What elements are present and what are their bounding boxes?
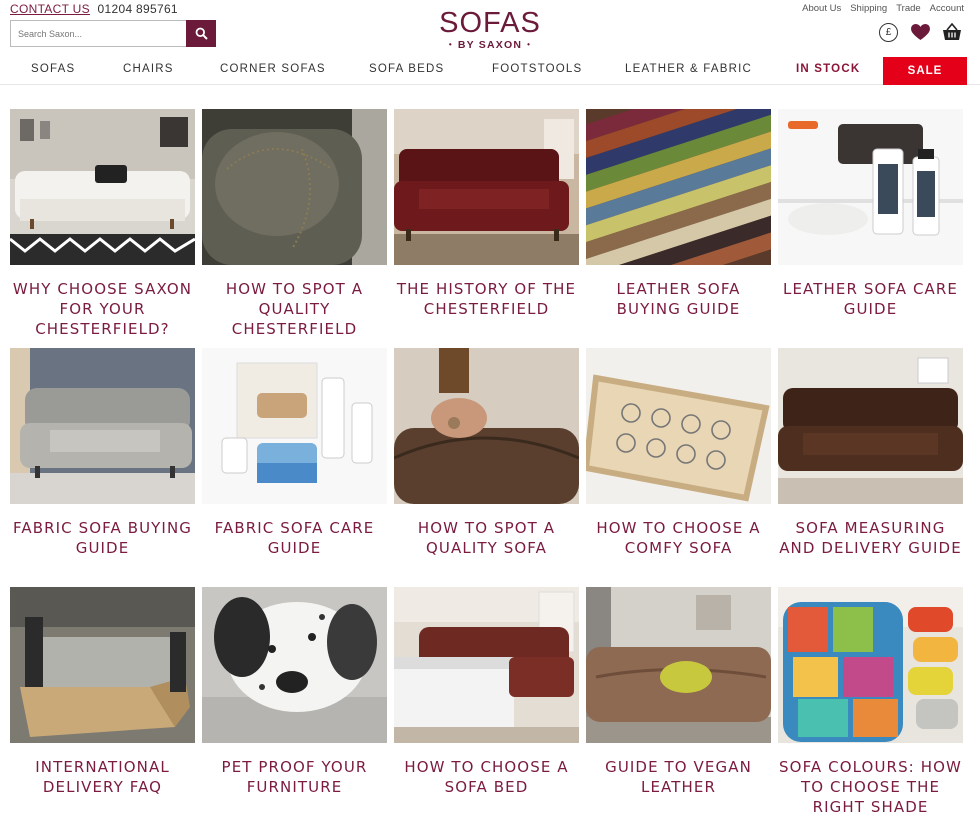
nav-sofas[interactable]: SOFAS — [31, 63, 75, 75]
logo-tagline-text: BY SAXON — [457, 39, 523, 51]
logo-tagline: • BY SAXON • — [448, 39, 532, 51]
nav-in-stock[interactable]: IN STOCK — [796, 63, 860, 75]
account-link[interactable]: Account — [930, 3, 964, 14]
nav-leather-fabric[interactable]: LEATHER & FABRIC — [625, 63, 752, 75]
nav-chairs[interactable]: CHAIRS — [123, 63, 174, 75]
guide-image — [394, 348, 579, 504]
guide-title: FABRIC SOFA BUYING GUIDE — [13, 519, 192, 557]
guide-title: GUIDE TO VEGAN LEATHER — [605, 758, 752, 796]
main-navigation: SOFAS CHAIRS CORNER SOFAS SOFA BEDS FOOT… — [0, 57, 980, 85]
heart-icon — [910, 23, 930, 40]
wishlist-button[interactable] — [910, 22, 930, 42]
guide-image — [394, 587, 579, 743]
guide-title: SOFA MEASURING AND DELIVERY GUIDE — [779, 519, 962, 557]
guide-image — [394, 109, 579, 265]
guide-title: INTERNATIONAL DELIVERY FAQ — [35, 758, 170, 796]
guide-image — [778, 587, 963, 743]
guide-image — [202, 587, 387, 743]
site-header: CONTACT US 01204 895761 SOFAS •BY SAXON•… — [0, 0, 980, 56]
guide-image — [778, 109, 963, 265]
basket-button[interactable] — [942, 22, 962, 42]
guide-image — [202, 348, 387, 504]
site-logo[interactable]: SOFAS • BY SAXON • — [0, 8, 980, 51]
guide-title: LEATHER SOFA CARE GUIDE — [783, 280, 958, 318]
trade-link[interactable]: Trade — [896, 3, 920, 14]
guide-image — [10, 109, 195, 265]
guide-image — [586, 109, 771, 265]
utility-links: About Us Shipping Trade Account — [802, 3, 964, 14]
guide-title: LEATHER SOFA BUYING GUIDE — [616, 280, 741, 318]
basket-icon — [943, 23, 961, 40]
shipping-link[interactable]: Shipping — [850, 3, 887, 14]
about-us-link[interactable]: About Us — [802, 3, 841, 14]
guide-title: SOFA COLOURS: HOW TO CHOOSE THE RIGHT SH… — [779, 758, 962, 816]
guide-image — [778, 348, 963, 504]
guide-image — [586, 348, 771, 504]
nav-sale-button[interactable]: SALE — [883, 57, 967, 85]
guide-title: HOW TO SPOT A QUALITY CHESTERFIELD — [225, 280, 364, 338]
currency-symbol: £ — [885, 26, 892, 38]
guide-title: PET PROOF YOUR FURNITURE — [221, 758, 368, 796]
currency-icon[interactable]: £ — [879, 22, 898, 42]
utility-icons: £ — [879, 22, 962, 42]
nav-corner-sofas[interactable]: CORNER SOFAS — [220, 63, 326, 75]
guide-image — [10, 587, 195, 743]
guide-title: THE HISTORY OF THE CHESTERFIELD — [396, 280, 577, 318]
guide-title: HOW TO SPOT A QUALITY SOFA — [417, 519, 556, 557]
guide-title: HOW TO CHOOSE A COMFY SOFA — [596, 519, 761, 557]
guide-image — [10, 348, 195, 504]
buying-guides-grid: WHY CHOOSE SAXON FOR YOUR CHESTERFIELD? … — [10, 109, 968, 821]
guide-title: HOW TO CHOOSE A SOFA BED — [404, 758, 569, 796]
guide-image — [586, 587, 771, 743]
nav-footstools[interactable]: FOOTSTOOLS — [492, 63, 582, 75]
nav-sofa-beds[interactable]: SOFA BEDS — [369, 63, 444, 75]
guide-title: WHY CHOOSE SAXON FOR YOUR CHESTERFIELD? — [12, 280, 193, 338]
guide-image — [202, 109, 387, 265]
guide-title: FABRIC SOFA CARE GUIDE — [214, 519, 375, 557]
